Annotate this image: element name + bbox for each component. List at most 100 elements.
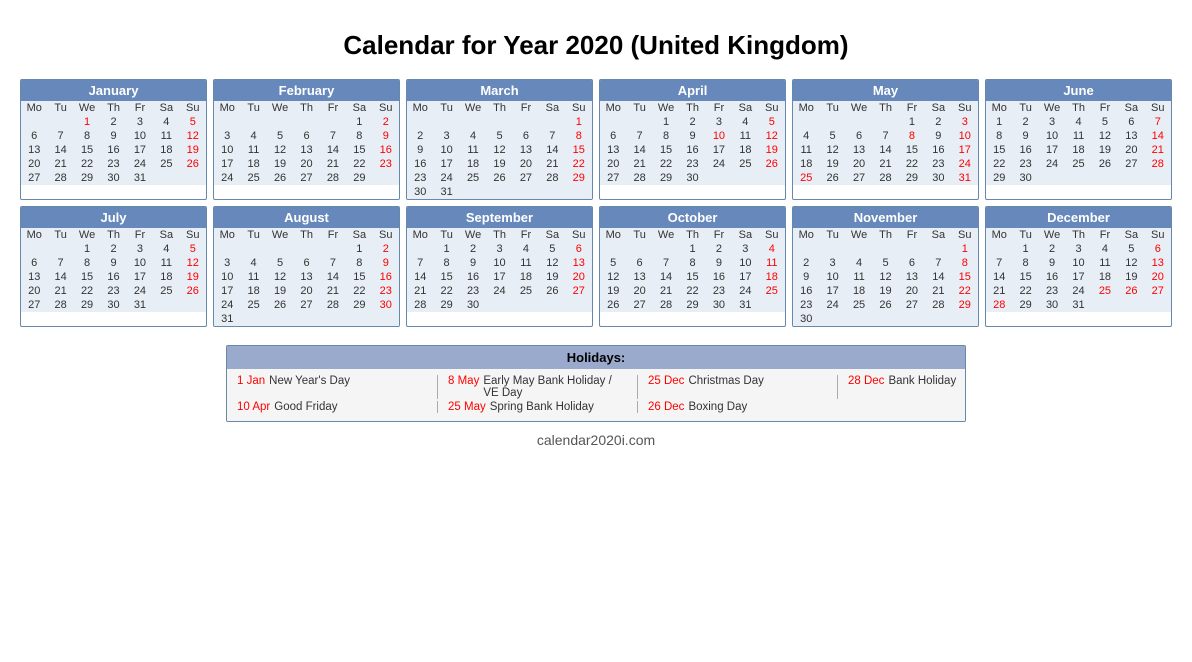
day-cell: 20 [899, 284, 925, 298]
day-cell: 29 [986, 171, 1012, 185]
day-cell: 19 [267, 157, 294, 171]
day-header: Fr [127, 228, 153, 242]
month-name: October [600, 207, 785, 228]
holiday-item: 25 DecChristmas Day [637, 375, 837, 399]
day-cell: 27 [600, 171, 626, 185]
day-cell: 17 [1065, 270, 1091, 284]
day-cell: 2 [1039, 242, 1066, 256]
day-cell: 23 [1012, 157, 1038, 171]
day-cell: 25 [153, 284, 179, 298]
day-cell: 23 [100, 157, 126, 171]
day-cell [1065, 171, 1091, 185]
day-cell: 9 [460, 256, 487, 270]
day-cell: 5 [267, 256, 294, 270]
day-cell [373, 171, 399, 185]
day-cell: 12 [759, 129, 785, 143]
day-header: We [1039, 228, 1066, 242]
day-cell: 20 [293, 284, 319, 298]
day-header: Tu [819, 228, 845, 242]
day-cell: 3 [214, 129, 240, 143]
month-table: MoTuWeThFrSaSu12345678910111213141516171… [407, 228, 592, 312]
day-cell: 15 [653, 143, 680, 157]
day-cell: 3 [819, 256, 845, 270]
month-february: FebruaryMoTuWeThFrSaSu123456789101112131… [213, 79, 400, 200]
day-cell [240, 242, 266, 256]
holiday-name: Boxing Day [688, 401, 747, 413]
day-cell: 18 [793, 157, 819, 171]
day-cell: 26 [180, 157, 206, 171]
day-cell: 9 [793, 270, 819, 284]
day-cell: 10 [433, 143, 459, 157]
day-header: Mo [407, 228, 433, 242]
day-cell: 27 [21, 298, 47, 312]
day-cell [180, 298, 206, 312]
day-cell: 8 [653, 129, 680, 143]
day-header: Su [1145, 228, 1171, 242]
month-january: JanuaryMoTuWeThFrSaSu1234567891011121314… [20, 79, 207, 200]
day-header: Tu [1012, 228, 1038, 242]
day-cell: 29 [566, 171, 592, 185]
day-cell: 22 [74, 157, 101, 171]
day-cell: 11 [732, 129, 758, 143]
day-cell: 13 [21, 270, 47, 284]
day-cell: 7 [1145, 115, 1171, 129]
holiday-date: 28 Dec [848, 375, 884, 387]
month-table: MoTuWeThFrSaSu12345678910111213141516171… [21, 228, 206, 312]
day-cell: 17 [433, 157, 459, 171]
day-cell: 29 [346, 171, 372, 185]
day-cell: 7 [653, 256, 680, 270]
day-cell: 17 [127, 270, 153, 284]
day-cell: 17 [706, 143, 732, 157]
day-cell: 6 [21, 256, 47, 270]
day-cell: 18 [1092, 270, 1118, 284]
day-cell: 24 [819, 298, 845, 312]
day-cell: 1 [74, 115, 101, 129]
day-header: Mo [21, 101, 47, 115]
day-cell: 23 [1039, 284, 1066, 298]
day-cell: 5 [872, 256, 898, 270]
day-cell: 15 [346, 270, 372, 284]
day-cell: 29 [74, 171, 101, 185]
day-cell: 6 [626, 256, 652, 270]
day-cell: 26 [872, 298, 898, 312]
month-table: MoTuWeThFrSaSu12345678910111213141516171… [600, 101, 785, 185]
day-header: Tu [433, 228, 459, 242]
day-cell [626, 115, 652, 129]
day-cell: 2 [925, 115, 951, 129]
day-cell: 31 [1065, 298, 1091, 312]
day-cell: 9 [373, 256, 399, 270]
day-cell: 2 [706, 242, 732, 256]
day-cell: 24 [433, 171, 459, 185]
month-name: May [793, 80, 978, 101]
day-header: Sa [153, 101, 179, 115]
day-cell [539, 115, 565, 129]
day-cell: 13 [293, 143, 319, 157]
day-header: Tu [47, 101, 73, 115]
day-cell: 12 [819, 143, 845, 157]
month-june: JuneMoTuWeThFrSaSu1234567891011121314151… [985, 79, 1172, 200]
day-cell: 30 [100, 298, 126, 312]
day-header: Su [180, 101, 206, 115]
day-cell: 10 [486, 256, 512, 270]
day-cell: 16 [373, 270, 399, 284]
day-cell: 8 [1012, 256, 1038, 270]
day-cell [433, 115, 459, 129]
holiday-name: Early May Bank Holiday / VE Day [483, 375, 627, 399]
day-cell: 16 [925, 143, 951, 157]
day-header: We [846, 101, 873, 115]
month-september: SeptemberMoTuWeThFrSaSu12345678910111213… [406, 206, 593, 327]
day-cell: 8 [566, 129, 592, 143]
day-cell: 21 [872, 157, 898, 171]
day-cell: 18 [759, 270, 785, 284]
day-cell: 27 [513, 171, 539, 185]
day-cell: 7 [47, 129, 73, 143]
day-cell: 23 [373, 157, 399, 171]
day-cell: 30 [1039, 298, 1066, 312]
day-cell [214, 115, 240, 129]
day-header: Fr [706, 101, 732, 115]
day-cell: 30 [925, 171, 951, 185]
day-cell: 28 [320, 171, 346, 185]
day-cell: 22 [679, 284, 705, 298]
day-cell: 7 [407, 256, 433, 270]
day-cell: 19 [180, 270, 206, 284]
